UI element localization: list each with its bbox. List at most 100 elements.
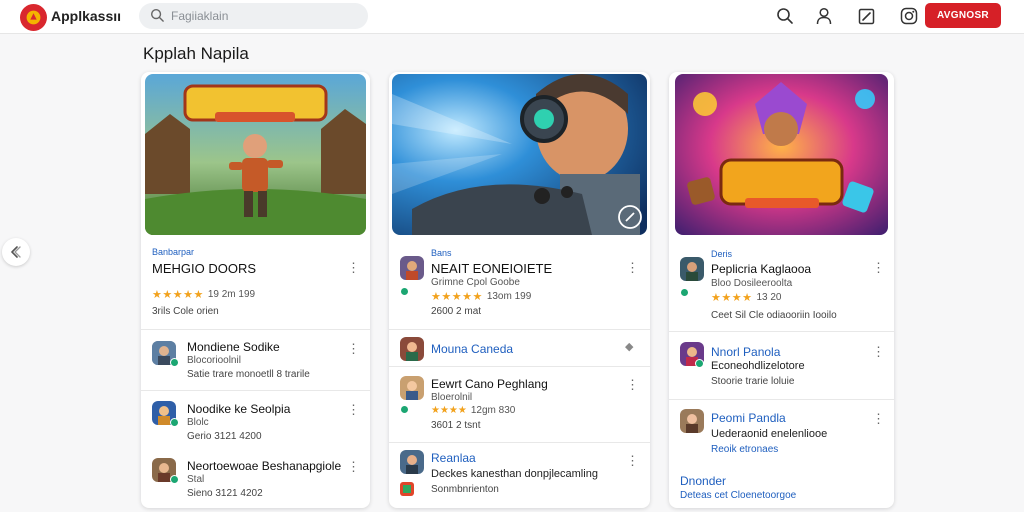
more-options-button[interactable]: ⋮ [626,378,639,391]
search-bar[interactable] [139,3,368,29]
game-developer: Grimne Cpol Goobe [431,277,520,288]
edit-icon [858,8,874,24]
top-bar: Applkassıı AVGNOSR [0,0,1024,34]
game-artwork-image [145,74,366,235]
avatar [680,257,704,281]
diamond-icon[interactable]: ◆ [625,342,633,353]
footer-name[interactable]: Dnonder [680,474,726,488]
signup-button[interactable]: AVGNOSR [925,3,1001,28]
game-column-1: Banbarpar MEHGIO DOORS ⋮ ★★★★★ 19 2m 199… [141,72,370,508]
game-banner-1[interactable] [145,74,366,235]
more-options-button[interactable]: ⋮ [347,403,360,416]
list-item[interactable]: Nnorl Panola Econeohdlizelotore Stoorie … [669,334,894,396]
star-rating-icon: ★★★★★ [431,291,483,303]
more-options-button[interactable]: ⋮ [872,261,885,274]
list-item[interactable]: Mouna Caneda ◆ [389,330,650,366]
divider [389,366,650,367]
user-icon [816,7,832,25]
star-rating-icon: ★★★★ [431,405,467,416]
verified-badge-icon [400,287,409,296]
rating-count: 13om 199 [486,291,532,302]
more-options-button[interactable]: ⋮ [872,345,885,358]
footer-sub[interactable]: Deteas cet Cloenetoorgoe [680,490,796,501]
item-stat: Sieno 3121 4202 [187,488,263,499]
game-category: Bans [431,248,452,258]
verified-badge-icon [680,288,689,297]
app-badge-icon [400,482,414,496]
game-rating: ★★★★ 13 20 [711,291,781,304]
item-sub: Uederaonid enelenliooe [711,428,828,440]
item-name: Neortoewoae Beshanapgiole [187,459,342,473]
edit-button[interactable] [855,5,877,27]
more-options-button[interactable]: ⋮ [626,261,639,274]
search-icon [777,8,793,24]
list-item[interactable]: Neortoewoae Beshanapgiole Stal Sieno 312… [141,452,370,508]
item-stat: Stoorie trarie loluie [711,376,795,387]
logo-mark-icon [26,10,41,25]
game-meta: 3rils Cole orien [152,306,219,317]
verified-badge-icon [695,359,704,368]
star-rating-icon: ★★★★ [711,292,753,304]
instagram-icon [900,7,918,25]
game-title[interactable]: NEAIT EONEIOIETE [431,261,552,276]
item-name: Peomi Pandla [711,411,786,425]
game-category: Banbarpar [152,247,195,257]
item-stat: Reoik etronaes [711,444,779,455]
search-icon [150,8,164,22]
game-meta: Ceet Sil Cle odiaooriin Iooilo [711,310,837,321]
carousel-prev-button[interactable] [2,238,30,266]
rating-count: 13 20 [756,292,782,303]
item-sub: Blolc [187,417,209,428]
item-meta: 3601 2 tsnt [431,420,481,431]
game-developer: Bloo Dosileeroolta [711,278,793,289]
game-banner-2[interactable] [392,74,647,235]
list-item[interactable]: Mondiene Sodike Blocorioolnil Satie trar… [141,334,370,388]
chevron-left-icon [11,246,21,258]
more-options-button[interactable]: ⋮ [347,261,360,274]
item-name: Eewrt Cano Peghlang [431,377,548,391]
app-title: Applkassıı [51,8,122,24]
star-rating-icon: ★★★★★ [152,289,204,301]
verified-badge-icon [170,358,179,367]
game-title[interactable]: MEHGIO DOORS [152,261,256,276]
divider [669,331,894,332]
search-button[interactable] [774,5,796,27]
more-options-button[interactable]: ⋮ [872,412,885,425]
item-name: Mondiene Sodike [187,340,280,354]
game-column-3: Deris Peplicria Kaglaooa ⋮ Bloo Dosileer… [669,72,894,508]
item-sub: Stal [187,474,205,485]
app-logo[interactable] [20,4,47,31]
item-stat: Gerio 3121 4200 [187,431,262,442]
verified-badge-icon [170,475,179,484]
list-item[interactable]: Reanlaa Deckes kanesthan donpjlecamling … [389,444,650,506]
avatar [400,256,424,280]
instagram-button[interactable] [898,5,920,27]
verified-badge-icon [400,405,409,414]
item-sub: Deckes kanesthan donpjlecamling [431,468,598,480]
avatar [680,409,704,433]
more-options-button[interactable]: ⋮ [626,454,639,467]
list-item[interactable]: Eewrt Cano Peghlang Bloerolnil ★★★★ 12gm… [389,368,650,440]
avatar [400,376,424,400]
game-rating: ★★★★★ 19 2m 199 [152,288,255,301]
divider [389,442,650,443]
more-options-button[interactable]: ⋮ [347,342,360,355]
rating-count: 19 2m 199 [207,289,256,300]
divider [669,399,894,400]
avatar [400,450,424,474]
avatar [400,337,424,361]
divider [141,390,370,391]
list-item[interactable]: Peomi Pandla Uederaonid enelenliooe Reoi… [669,402,894,462]
item-rating: ★★★★ 12gm 830 [431,405,515,416]
more-options-button[interactable]: ⋮ [347,460,360,473]
game-banner-3[interactable] [675,74,888,235]
search-input[interactable] [171,7,359,25]
game-title[interactable]: Peplicria Kaglaooa [711,262,811,276]
game-category: Deris [711,249,733,259]
rating-count: 12gm 830 [470,405,516,416]
game-column-2: Bans NEAIT EONEIOIETE ⋮ Grimne Cpol Goob… [389,72,650,508]
account-button[interactable] [813,5,835,27]
list-item[interactable]: Noodike ke Seolpia Blolc Gerio 3121 4200… [141,394,370,450]
game-meta: 2600 2 mat [431,306,482,317]
game-artwork-image [675,74,888,235]
